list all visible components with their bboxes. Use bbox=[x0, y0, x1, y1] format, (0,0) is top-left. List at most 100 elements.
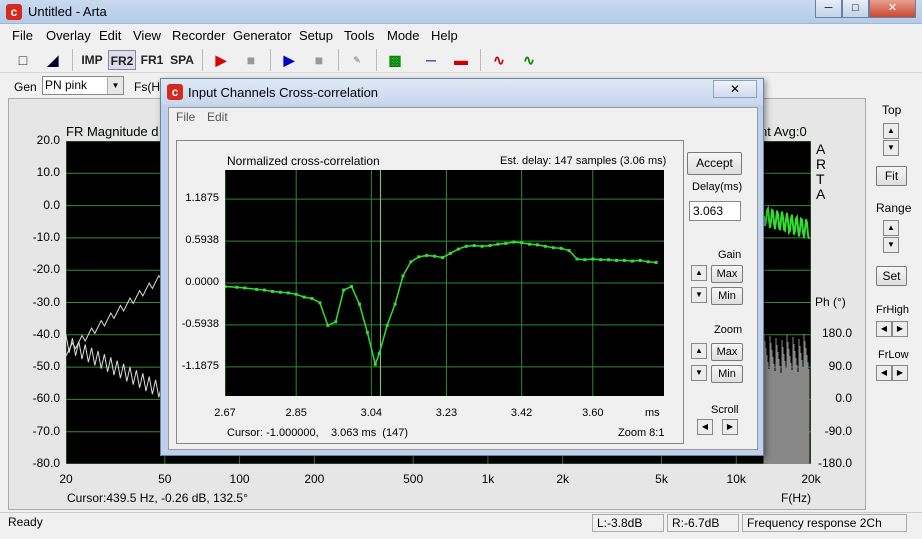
correlation-point bbox=[310, 297, 314, 301]
main-x-tick: 100 bbox=[229, 472, 250, 486]
arrow-icon[interactable]: ◢ bbox=[40, 50, 66, 70]
dialog-menu-edit[interactable]: Edit bbox=[207, 110, 228, 124]
correlation-point bbox=[622, 258, 626, 262]
frhigh-left-button[interactable]: ◀ bbox=[876, 321, 892, 337]
correlation-point bbox=[575, 257, 579, 261]
stop-icon[interactable]: ■ bbox=[238, 50, 264, 70]
correlation-point bbox=[255, 287, 259, 291]
zoom-down-button[interactable]: ▼ bbox=[691, 365, 707, 381]
zoom-min-button[interactable]: Min bbox=[711, 365, 743, 383]
record-play-icon[interactable]: ▶ bbox=[208, 50, 234, 70]
menu-generator[interactable]: Generator bbox=[233, 28, 292, 43]
scroll-left-button[interactable]: ◀ bbox=[697, 419, 713, 435]
frlow-left-button[interactable]: ◀ bbox=[876, 365, 892, 381]
menu-mode[interactable]: Mode bbox=[387, 28, 420, 43]
phase-tick: 0.0 bbox=[835, 391, 852, 405]
accept-button[interactable]: Accept bbox=[687, 152, 742, 175]
menu-help[interactable]: Help bbox=[431, 28, 458, 43]
scroll-right-button[interactable]: ▶ bbox=[722, 419, 738, 435]
close-button[interactable]: ✕ bbox=[869, 0, 916, 18]
generator-play-icon[interactable]: ▶ bbox=[276, 50, 302, 70]
generator-stop-icon[interactable]: ■ bbox=[306, 50, 332, 70]
abc-icon[interactable]: ✎ bbox=[344, 50, 370, 70]
correlation-point bbox=[235, 285, 239, 289]
correlation-point bbox=[551, 246, 555, 250]
minimize-button[interactable]: ─ bbox=[815, 0, 842, 18]
new-file-icon[interactable]: □ bbox=[10, 50, 36, 70]
range-up-button[interactable]: ▲ bbox=[883, 220, 899, 236]
correlation-point bbox=[294, 292, 298, 296]
maximize-button[interactable]: □ bbox=[842, 0, 869, 18]
chevron-down-icon[interactable]: ▼ bbox=[107, 77, 123, 94]
toolbar-separator bbox=[72, 49, 73, 71]
fr2-button[interactable]: FR2 bbox=[108, 50, 136, 70]
correlation-point bbox=[535, 243, 539, 247]
dialog-menu-file[interactable]: File bbox=[176, 110, 195, 124]
range-down-button[interactable]: ▼ bbox=[883, 237, 899, 253]
spectrum-icon[interactable]: ∿ bbox=[516, 50, 542, 70]
set-button[interactable]: Set bbox=[876, 266, 907, 286]
top-down-button[interactable]: ▼ bbox=[883, 140, 899, 156]
imp-button[interactable]: IMP bbox=[78, 50, 106, 70]
main-y-tick: -30.0 bbox=[32, 294, 60, 309]
dialog-title: Input Channels Cross-correlation bbox=[188, 85, 379, 100]
gain-up-button[interactable]: ▲ bbox=[691, 265, 707, 281]
fr1-button[interactable]: FR1 bbox=[138, 50, 166, 70]
signal-generator-icon[interactable]: ∿ bbox=[486, 50, 512, 70]
menu-edit[interactable]: Edit bbox=[99, 28, 121, 43]
corr-y-tick: 0.0000 bbox=[185, 276, 219, 288]
zoom-up-button[interactable]: ▲ bbox=[691, 343, 707, 359]
correlation-plot[interactable] bbox=[223, 170, 664, 396]
zoom-max-button[interactable]: Max bbox=[711, 343, 743, 361]
correlation-point bbox=[448, 251, 452, 255]
status-right-level: R:-6.7dB bbox=[667, 514, 739, 532]
top-label: Top bbox=[882, 103, 902, 117]
correlation-point bbox=[433, 254, 437, 258]
calibration-icon[interactable]: ▩ bbox=[382, 50, 408, 70]
correlation-point bbox=[464, 244, 468, 248]
correlation-point bbox=[630, 259, 634, 263]
frhigh-right-button[interactable]: ▶ bbox=[892, 321, 908, 337]
phase-tick: -180.0 bbox=[817, 456, 852, 470]
probe-icon[interactable]: ─ bbox=[418, 50, 444, 70]
menu-file[interactable]: File bbox=[12, 28, 33, 43]
delay-label: Delay(ms) bbox=[692, 181, 743, 193]
main-x-tick: 20k bbox=[801, 472, 821, 486]
correlation-point bbox=[286, 291, 290, 295]
zoom-label: Zoom bbox=[714, 324, 743, 336]
main-y-tick: 10.0 bbox=[36, 165, 60, 180]
correlation-point bbox=[334, 320, 338, 324]
frlow-right-button[interactable]: ▶ bbox=[892, 365, 908, 381]
dialog-arta-icon: c bbox=[167, 84, 183, 100]
main-y-tick: -60.0 bbox=[32, 391, 60, 406]
main-plot-title: FR Magnitude d bbox=[66, 124, 159, 139]
gain-down-button[interactable]: ▼ bbox=[691, 287, 707, 303]
delay-input[interactable]: 3.063 bbox=[689, 201, 741, 221]
status-mode: Frequency response 2Ch bbox=[742, 514, 907, 532]
meter-icon[interactable]: ▬ bbox=[448, 50, 474, 70]
fit-button[interactable]: Fit bbox=[876, 166, 907, 186]
correlation-point bbox=[496, 242, 500, 246]
dialog-close-button[interactable]: ✕ bbox=[713, 80, 757, 98]
menu-setup[interactable]: Setup bbox=[299, 28, 333, 43]
menu-view[interactable]: View bbox=[133, 28, 161, 43]
toolbar-separator bbox=[480, 49, 481, 71]
top-up-button[interactable]: ▲ bbox=[883, 123, 899, 139]
menu-overlay[interactable]: Overlay bbox=[46, 28, 91, 43]
zoom-info: Zoom 8:1 bbox=[618, 427, 665, 439]
correlation-point bbox=[480, 244, 484, 248]
menu-recorder[interactable]: Recorder bbox=[172, 28, 225, 43]
main-y-tick: 20.0 bbox=[36, 133, 60, 147]
correlation-cursor-readout: Cursor: -1.000000, 3.063 ms (147) bbox=[227, 427, 408, 439]
gain-max-button[interactable]: Max bbox=[711, 265, 743, 283]
spa-button[interactable]: SPA bbox=[168, 50, 196, 70]
gen-label: Gen bbox=[14, 80, 37, 94]
menu-tools[interactable]: Tools bbox=[344, 28, 374, 43]
gain-min-button[interactable]: Min bbox=[711, 287, 743, 305]
correlation-point bbox=[342, 288, 346, 292]
correlation-point bbox=[409, 260, 413, 264]
correlation-point bbox=[417, 255, 421, 259]
correlation-point bbox=[393, 302, 397, 306]
status-left-level: L:-3.8dB bbox=[592, 514, 664, 532]
correlation-point bbox=[350, 285, 354, 289]
